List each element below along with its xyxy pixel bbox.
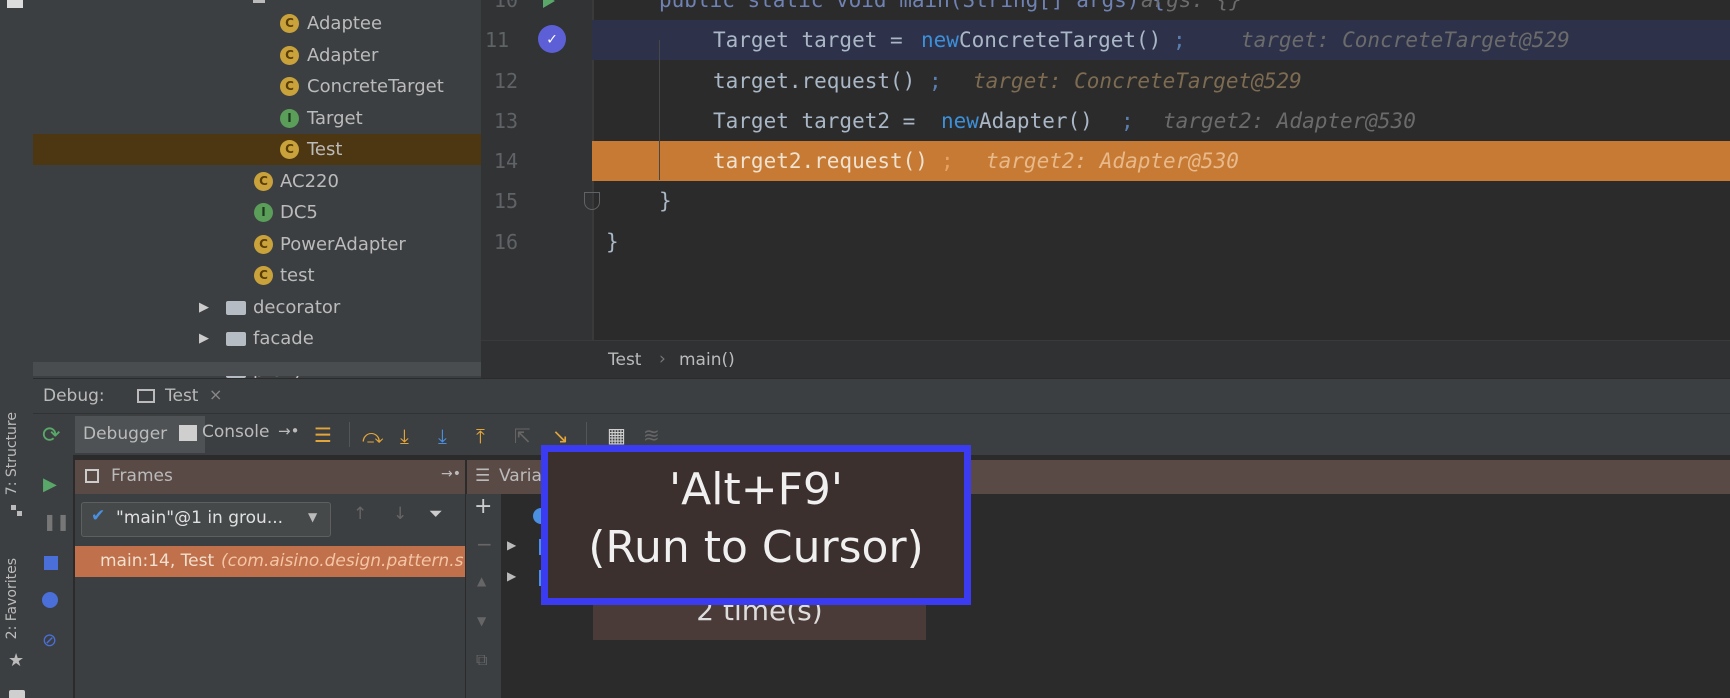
tree-item-poweradapter[interactable]: C PowerAdapter [33,229,481,260]
arrow-up-icon[interactable]: ↑ [353,504,367,524]
run-arrow-icon[interactable] [543,0,555,8]
variables-side-toolbar: + − ▲ ▼ ⧉ [465,494,502,698]
structure-tab[interactable]: 7: Structure [4,412,20,495]
tree-item-ac220[interactable]: C AC220 [33,166,481,197]
debug-side-toolbar: ▶ ❚❚ ⊘ [33,454,73,698]
tree-folder-decorator[interactable]: ▶ decorator [33,292,481,323]
frames-panel-header: Frames →• [75,460,465,494]
drop-frame-icon[interactable]: ⇱ [514,424,531,448]
code-editor[interactable]: 10 public static void main(String[] args… [481,0,1730,340]
code-line-13[interactable]: 13 Target target2 = new Adapter() ; targ… [481,101,1730,141]
code-line-10[interactable]: 10 public static void main(String[] args… [481,0,1730,20]
expand-arrow-icon[interactable]: ▶ [199,292,209,323]
toolbar-separator [586,422,587,447]
code-line-12[interactable]: 12 target.request() ; target: ConcreteTa… [481,61,1730,101]
breakpoint-icon[interactable]: ✓ [538,25,566,53]
tree-horizontal-scrollbar[interactable] [33,362,481,376]
code-line-11[interactable]: 11 ✓ Target target = new ConcreteTarget(… [481,20,1730,60]
filter-icon[interactable]: ⏷ [429,504,443,524]
project-tree: C Adaptee C Adapter C ConcreteTarget I T… [33,0,481,378]
debug-tab-test[interactable]: Test [165,386,198,406]
tree-item-target[interactable]: I Target [33,103,481,134]
top-square-icon [7,0,23,8]
class-icon: C [254,172,273,191]
pause-icon[interactable]: ❚❚ [43,512,70,531]
class-icon: C [280,46,299,65]
show-execution-point-icon[interactable]: ☰ [314,423,332,447]
shortcut-action: (Run to Cursor) [588,522,924,573]
expand-arrow-icon[interactable]: ▶ [199,323,209,354]
camera-icon [9,690,25,698]
tree-item-adapter[interactable]: C Adapter [33,40,481,71]
toolbar-separator [349,422,350,447]
arrow-down-icon[interactable]: ↓ [393,504,407,524]
shortcut-key: 'Alt+F9' [669,464,843,515]
force-step-into-icon[interactable]: ⤓ [438,424,447,448]
add-watch-icon[interactable]: + [474,494,492,519]
rerun-icon[interactable]: ⟳ [42,423,60,448]
step-out-icon[interactable]: ⤒ [476,424,485,448]
chevron-down-icon: ▼ [308,510,318,524]
tab-console[interactable]: Console [202,422,270,442]
thread-selector[interactable]: ✔ "main"@1 in grou... ▼ [81,502,331,537]
debug-tool-window-header: Debug: Test × [33,378,1730,414]
mute-breakpoints-icon[interactable]: ⊘ [42,630,57,651]
breadcrumb-class[interactable]: Test [608,350,641,370]
class-icon: C [280,14,299,33]
step-into-icon[interactable]: ⤓ [400,424,409,448]
interface-icon: I [254,203,273,222]
structure-icon [11,505,23,517]
debug-label: Debug: [43,386,105,406]
variables-icon: ☰ [475,466,491,486]
close-tab-icon[interactable]: × [209,385,222,404]
expand-arrow-icon[interactable]: ▶ [507,569,516,583]
tree-item-test-lower[interactable]: C test [33,260,481,291]
breadcrumb: Test › main() [481,340,1730,379]
folder-icon [226,332,246,346]
breadcrumb-method[interactable]: main() [679,350,735,370]
star-icon: ★ [8,650,25,671]
step-over-icon[interactable]: ⤼ [362,424,383,448]
expand-arrow-icon[interactable]: ▶ [507,538,516,552]
interface-icon: I [280,109,299,128]
restore-layout-icon[interactable]: →• [441,466,461,482]
code-line-14[interactable]: 14 target2.request() ; target2: Adapter@… [481,141,1730,181]
evaluate-expression-icon[interactable]: ▦ [607,423,626,447]
tree-item-dc5[interactable]: I DC5 [33,197,481,228]
class-icon: C [254,235,273,254]
folder-icon [226,301,246,315]
fold-marker-icon[interactable] [584,192,600,210]
pin-tab-icon[interactable]: →• [278,422,299,440]
check-icon: ✔ [91,506,106,526]
frames-panel: ✔ "main"@1 in grou... ▼ ↑ ↓ ⏷ main:14, T… [75,494,465,698]
tree-item-concretetarget[interactable]: C ConcreteTarget [33,71,481,102]
left-tool-strip: 7: Structure 2: Favorites ★ [0,0,34,698]
indent-guide [659,40,660,180]
trace-icon[interactable]: ≋ [643,423,660,447]
tree-partial-icon [253,0,265,3]
move-up-icon[interactable]: ▲ [477,574,486,588]
code-line-16[interactable]: 16 } [481,222,1730,262]
runnable-class-icon: C [280,140,299,159]
remove-watch-icon[interactable]: − [476,532,493,556]
run-config-icon [137,389,155,403]
code-line-15[interactable]: 15 } [481,181,1730,221]
view-breakpoints-icon[interactable] [42,592,58,608]
console-icon [179,425,197,441]
tree-folder-facade[interactable]: ▶ facade [33,323,481,354]
favorites-tab[interactable]: 2: Favorites [4,558,20,639]
frame-row-main[interactable]: main:14, Test (com.aisino.design.pattern… [75,546,465,577]
frames-icon [85,469,99,483]
tree-item-test[interactable]: C Test [33,134,481,165]
copy-icon[interactable]: ⧉ [476,650,487,670]
tree-item-adaptee[interactable]: C Adaptee [33,8,481,39]
move-down-icon[interactable]: ▼ [477,614,486,628]
class-icon: C [280,77,299,96]
stop-icon[interactable] [44,556,58,570]
shortcut-highlight-box: 'Alt+F9' (Run to Cursor) [541,445,971,605]
resume-icon[interactable]: ▶ [43,474,57,495]
runnable-class-icon: C [254,266,273,285]
